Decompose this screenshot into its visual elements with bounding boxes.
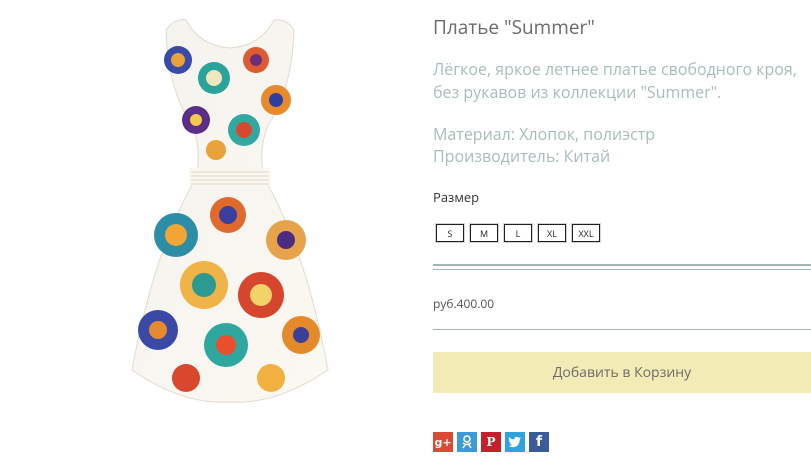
product-description: Лёгкое, яркое летнее платье свободного к… [433,58,811,104]
size-option-xl[interactable]: XL [538,224,566,242]
facebook-glyph: f [535,434,543,450]
google-plus-icon[interactable]: g+ [433,432,453,452]
twitter-glyph [508,436,521,448]
product-manufacturer: Производитель: Китай [433,145,611,167]
pinterest-glyph: P [486,435,496,449]
product-specs: Материал: Хлопок, полиэстр Производитель… [433,123,655,167]
product-details: Платье "Summer" Лёгкое, яркое летнее пла… [433,0,811,465]
size-label: Размер [433,188,480,206]
odnoklassniki-glyph [462,435,472,449]
size-option-m[interactable]: M [470,224,498,242]
product-image[interactable] [96,0,364,420]
size-selector: S M L XL XXL [436,224,600,242]
twitter-icon[interactable] [505,432,525,452]
add-to-cart-button[interactable]: Добавить в Корзину [433,352,811,393]
product-title: Платье "Summer" [433,14,595,40]
share-icons: g+ P f [433,432,549,452]
product-price: руб.400.00 [433,295,495,312]
product-description-text: Лёгкое, яркое летнее платье свободного к… [433,58,797,103]
pinterest-icon[interactable]: P [481,432,501,452]
google-plus-glyph: g+ [434,435,452,449]
size-option-l[interactable]: L [504,224,532,242]
size-option-s[interactable]: S [436,224,464,242]
product-material: Материал: Хлопок, полиэстр [433,123,656,145]
divider-double [433,264,811,270]
facebook-icon[interactable]: f [529,432,549,452]
divider [433,329,811,330]
odnoklassniki-icon[interactable] [457,432,477,452]
size-option-xxl[interactable]: XXL [572,224,600,242]
